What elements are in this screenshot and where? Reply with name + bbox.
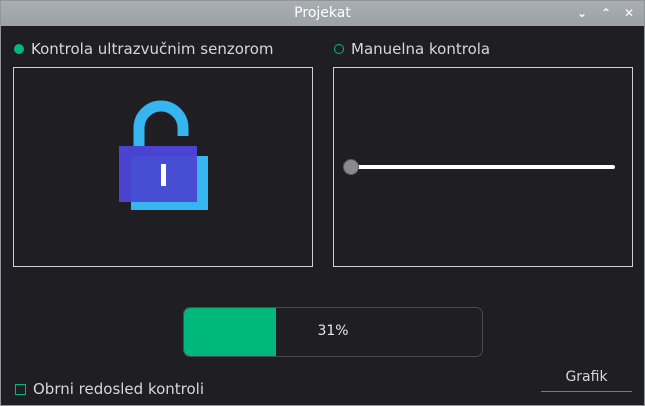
radio-manual-control[interactable]: Manuelna kontrola [334,39,490,59]
maximize-button[interactable]: ⌃ [597,4,615,22]
lock-open-icon [119,100,208,210]
manual-slider-track[interactable] [350,165,615,169]
main-window: Projekat ⌄ ⌃ ✕ Kontrola ultrazvučnim sen… [0,0,645,406]
minimize-button[interactable]: ⌄ [573,4,591,22]
radio-ultrasonic-control[interactable]: Kontrola ultrazvučnim senzorom [14,39,274,59]
reverse-order-checkbox[interactable]: Obrni redosled kontroli [15,379,204,399]
radio-manual-label: Manuelna kontrola [351,40,491,58]
title-bar[interactable]: Projekat ⌄ ⌃ ✕ [1,1,644,26]
graph-button[interactable]: Grafik [541,366,632,392]
radio-unchecked-icon[interactable] [334,44,344,54]
checkbox-icon[interactable] [15,383,26,395]
ultrasonic-panel [13,67,313,267]
radio-checked-icon[interactable] [14,44,24,54]
manual-slider-handle[interactable] [343,159,359,175]
reverse-order-label: Obrni redosled kontroli [33,380,205,398]
progress-text: 31% [317,323,349,339]
window-title: Projekat [294,5,351,21]
close-button[interactable]: ✕ [620,4,638,22]
progress-bar: 31% [183,307,483,357]
manual-panel [333,67,633,267]
radio-ultrasonic-label: Kontrola ultrazvučnim senzorom [31,40,274,58]
